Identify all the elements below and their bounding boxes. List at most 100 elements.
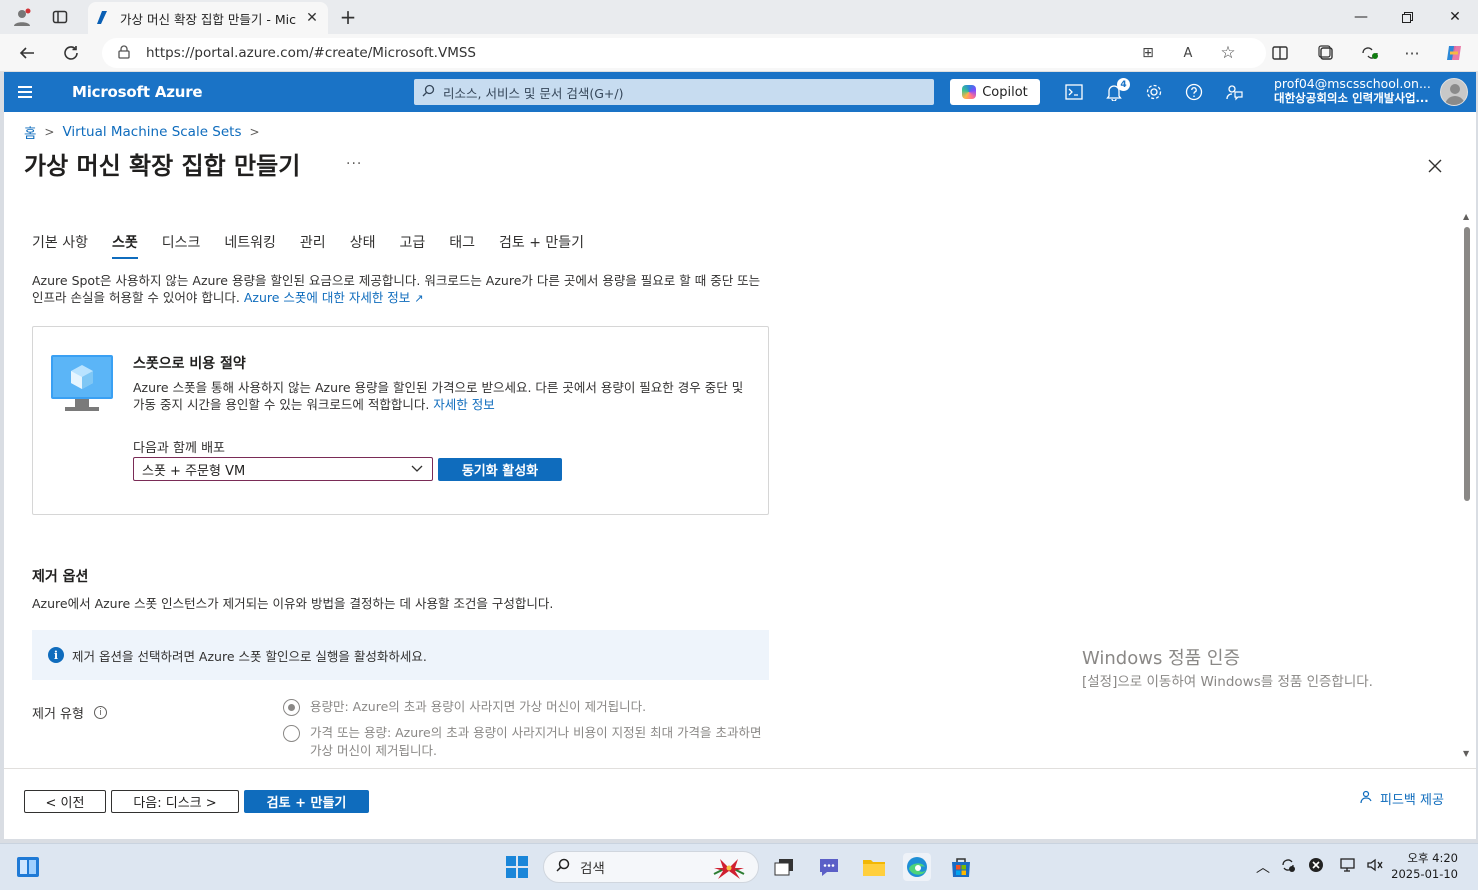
tab-title: 가상 머신 확장 집합 만들기 - Mic <box>120 11 296 27</box>
vertical-scrollbar[interactable]: ▲ ▼ <box>1462 212 1472 762</box>
tab-health[interactable]: 상태 <box>350 232 376 258</box>
copilot-sidebar-icon[interactable] <box>1444 43 1464 63</box>
eviction-capacity-only-radio[interactable]: 용량만: Azure의 초과 용량이 사라지면 가상 머신이 제거됩니다. <box>283 698 763 716</box>
notifications-icon[interactable]: 4 <box>1104 78 1130 102</box>
copilot-button[interactable]: Copilot <box>950 79 1040 105</box>
tab-tags[interactable]: 태그 <box>449 232 475 258</box>
tab-basics[interactable]: 기본 사항 <box>32 232 88 258</box>
cloud-shell-icon[interactable] <box>1064 82 1084 102</box>
spot-card-learn-more-link[interactable]: 자세한 정보 <box>433 397 494 412</box>
url-text: https://portal.azure.com/#create/Microso… <box>146 45 476 61</box>
edge-browser-icon[interactable] <box>903 853 931 881</box>
windows-taskbar: 검색 ︿ 오후 4:20 2025-01-10 <box>0 843 1478 890</box>
help-icon[interactable] <box>1184 82 1204 102</box>
show-hidden-icons-chevron-icon[interactable]: ︿ <box>1256 857 1270 877</box>
spot-savings-card: 스폿으로 비용 절약 Azure 스폿을 통해 사용하지 않는 Azure 용량… <box>32 326 769 515</box>
task-view-icon[interactable] <box>770 853 798 881</box>
breadcrumb-home[interactable]: 홈 <box>24 122 36 142</box>
extensions-icon[interactable] <box>1360 43 1380 63</box>
teams-chat-icon[interactable] <box>815 853 843 881</box>
eviction-info-banner: i 제거 옵션을 선택하려면 Azure 스폿 할인으로 실행을 활성화하세요. <box>32 630 769 680</box>
radio-unchecked-icon <box>283 725 300 742</box>
search-icon <box>556 858 570 876</box>
read-aloud-icon[interactable]: A <box>1178 43 1198 63</box>
activation-watermark-title: Windows 정품 인증 <box>1082 648 1241 669</box>
info-icon: i <box>48 647 64 663</box>
url-input[interactable]: https://portal.azure.com/#create/Microso… <box>102 38 1266 68</box>
eviction-section-title: 제거 옵션 <box>32 569 89 585</box>
system-clock[interactable]: 오후 4:20 2025-01-10 <box>1390 850 1458 882</box>
spot-card-description: Azure 스폿을 통해 사용하지 않는 Azure 용량을 할인된 가격으로 … <box>133 379 753 413</box>
eviction-section-description: Azure에서 Azure 스폿 인스턴스가 제거되는 이유와 방법을 결정하는… <box>32 596 554 611</box>
tab-actions-icon[interactable] <box>50 7 70 27</box>
scroll-thumb[interactable] <box>1464 227 1470 501</box>
deploy-with-label: 다음과 함께 배포 <box>133 441 225 456</box>
split-screen-icon[interactable] <box>1270 43 1290 63</box>
radio-checked-icon <box>283 699 300 716</box>
taskbar-search-input[interactable]: 검색 <box>543 851 759 883</box>
lock-icon <box>118 44 132 62</box>
next-disks-button[interactable]: 다음: 디스크 > <box>111 790 239 813</box>
previous-button[interactable]: < 이전 <box>24 790 106 813</box>
global-search-input[interactable]: 리소스, 서비스 및 문서 검색(G+/) <box>414 79 934 105</box>
widgets-icon[interactable] <box>14 853 42 881</box>
spot-learn-more-link[interactable]: Azure 스폿에 대한 자세한 정보 ↗ <box>244 290 424 305</box>
more-options-button[interactable]: ··· <box>346 156 362 172</box>
feedback-icon[interactable] <box>1224 82 1244 102</box>
tab-close-icon[interactable]: ✕ <box>304 10 320 26</box>
collections-icon[interactable] <box>1316 43 1336 63</box>
portal-menu-icon[interactable] <box>18 82 38 102</box>
eviction-type-label: 제거 유형 i <box>32 703 107 722</box>
minimize-icon[interactable]: — <box>1338 0 1384 34</box>
poinsettia-icon <box>710 856 748 884</box>
azure-brand[interactable]: Microsoft Azure <box>72 83 203 101</box>
create-vmss-blade: 홈 > Virtual Machine Scale Sets > 가상 머신 확… <box>4 112 1476 839</box>
sync-icon[interactable] <box>1280 857 1296 877</box>
notification-count: 4 <box>1117 78 1130 91</box>
tab-networking[interactable]: 네트워킹 <box>224 232 276 258</box>
network-icon[interactable] <box>1340 857 1358 877</box>
breadcrumb: 홈 > Virtual Machine Scale Sets > <box>24 122 268 142</box>
chevron-right-icon: > <box>249 125 260 139</box>
microsoft-store-icon[interactable] <box>947 853 975 881</box>
browser-tab[interactable]: 가상 머신 확장 집합 만들기 - Mic ✕ <box>88 2 328 34</box>
volume-icon[interactable] <box>1366 857 1384 877</box>
account-directory: 대한상공회의소 인력개발사업... <box>1274 91 1429 105</box>
settings-gear-icon[interactable] <box>1144 82 1164 102</box>
clock-date: 2025-01-10 <box>1391 867 1458 881</box>
wizard-tabs: 기본 사항 스폿 디스크 네트워킹 관리 상태 고급 태그 검토 + 만들기 <box>32 232 608 259</box>
restore-icon[interactable] <box>1384 0 1430 34</box>
tab-review-create[interactable]: 검토 + 만들기 <box>499 232 584 258</box>
scroll-up-icon[interactable]: ▲ <box>1463 212 1469 221</box>
apps-icon[interactable]: ⊞ <box>1138 43 1158 63</box>
tab-disks[interactable]: 디스크 <box>162 232 201 258</box>
give-feedback-link[interactable]: 피드백 제공 <box>1360 789 1444 808</box>
activation-watermark-text: [설정]으로 이동하여 Windows를 정품 인증합니다. <box>1082 674 1373 690</box>
favorite-star-icon[interactable]: ☆ <box>1218 43 1238 63</box>
new-tab-icon[interactable]: + <box>338 5 358 29</box>
tab-spot[interactable]: 스폿 <box>111 232 138 259</box>
taskbar-search-label: 검색 <box>580 861 605 877</box>
close-blade-icon[interactable] <box>1428 154 1442 178</box>
chevron-down-icon <box>410 461 424 478</box>
search-placeholder: 리소스, 서비스 및 문서 검색(G+/) <box>443 85 624 101</box>
deploy-with-select[interactable]: 스폿 + 주문형 VM <box>133 457 433 481</box>
refresh-icon[interactable] <box>60 42 82 64</box>
back-icon[interactable] <box>16 42 38 64</box>
window-close-icon[interactable]: ✕ <box>1432 0 1478 34</box>
avatar[interactable] <box>1440 78 1468 106</box>
profile-icon[interactable] <box>12 7 32 27</box>
breadcrumb-vmss[interactable]: Virtual Machine Scale Sets <box>62 124 241 140</box>
more-menu-icon[interactable]: ··· <box>1402 43 1422 63</box>
file-explorer-icon[interactable] <box>860 853 888 881</box>
app-tray-icon[interactable] <box>1308 857 1324 877</box>
start-windows-icon[interactable] <box>503 853 531 881</box>
scroll-down-icon[interactable]: ▼ <box>1463 749 1469 758</box>
eviction-price-or-capacity-radio[interactable]: 가격 또는 용량: Azure의 초과 용량이 사라지거나 비용이 지정된 최대… <box>283 724 763 760</box>
tab-advanced[interactable]: 고급 <box>399 232 425 258</box>
account-menu[interactable]: prof04@mscsschool.on... 대한상공회의소 인력개발사업..… <box>1274 76 1434 106</box>
info-tooltip-icon[interactable]: i <box>93 706 107 719</box>
review-create-button[interactable]: 검토 + 만들기 <box>244 790 369 813</box>
tab-management[interactable]: 관리 <box>300 232 326 258</box>
enable-sync-button[interactable]: 동기화 활성화 <box>438 458 562 481</box>
